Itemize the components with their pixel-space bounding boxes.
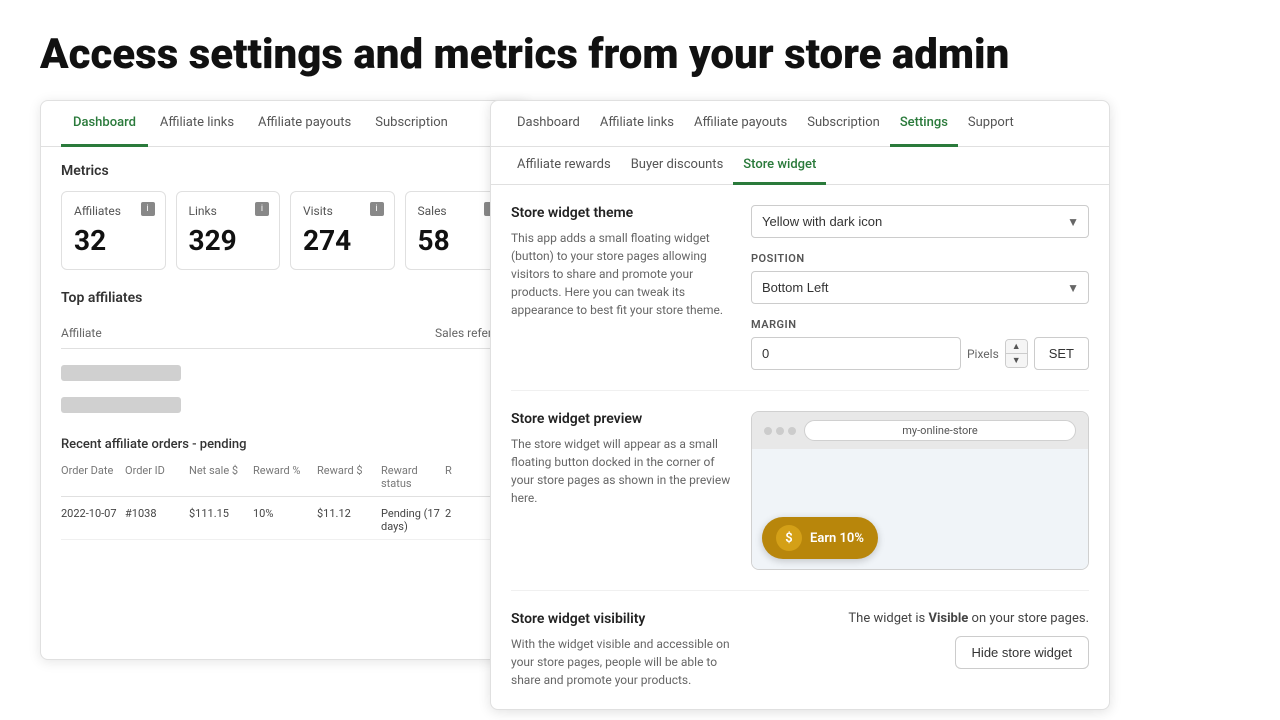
hide-store-widget-button[interactable]: Hide store widget <box>955 636 1089 669</box>
orders-table-header: Order Date Order ID Net sale $ Reward % … <box>61 464 509 497</box>
set-button[interactable]: SET <box>1034 337 1089 370</box>
pending-title: Recent affiliate orders - pending <box>61 437 509 452</box>
right-nav: Dashboard Affiliate links Affiliate payo… <box>491 101 1109 147</box>
order-reward: $11.12 <box>317 507 381 533</box>
visibility-status-text: The widget is Visible on your store page… <box>848 611 1089 626</box>
widget-visibility-section: Store widget visibility With the widget … <box>511 611 1089 689</box>
browser-content: $ Earn 10% <box>752 449 1088 569</box>
visibility-text-pre: The widget is <box>848 611 928 626</box>
affiliates-table-header: Affiliate Sales referred <box>61 318 509 349</box>
theme-select[interactable]: Yellow with dark icon <box>751 205 1089 238</box>
order-net: $111.15 <box>189 507 253 533</box>
metric-affiliates: i Affiliates 32 <box>61 191 166 270</box>
right-tab-affiliate-links[interactable]: Affiliate links <box>590 101 684 147</box>
stepper-up[interactable]: ▲ <box>1006 340 1027 354</box>
visibility-text-post: on your store pages. <box>968 611 1089 626</box>
right-tab-dashboard[interactable]: Dashboard <box>507 101 590 147</box>
left-nav: Dashboard Affiliate links Affiliate payo… <box>41 101 529 147</box>
margin-input[interactable] <box>751 337 961 370</box>
sub-tab-buyer-discounts[interactable]: Buyer discounts <box>621 147 734 185</box>
order-row-1: 2022-10-07 #1038 $111.15 10% $11.12 Pend… <box>61 501 509 540</box>
affiliate-col-header: Affiliate <box>61 326 102 340</box>
affiliate-bar-1 <box>61 365 181 381</box>
page-heading: Access settings and metrics from your st… <box>0 0 1280 100</box>
visibility-title: Store widget visibility <box>511 611 731 627</box>
order-id: #1038 <box>125 507 189 533</box>
affiliate-row-2: 11 <box>61 389 509 421</box>
reward-pct-header: Reward % <box>253 464 317 490</box>
right-tab-affiliate-payouts[interactable]: Affiliate payouts <box>684 101 797 147</box>
right-tab-support[interactable]: Support <box>958 101 1024 147</box>
pixels-label: Pixels <box>967 347 999 361</box>
widget-theme-title: Store widget theme <box>511 205 731 221</box>
position-select-wrapper: Bottom Left ▼ <box>751 271 1089 304</box>
sub-tab-store-widget[interactable]: Store widget <box>733 147 826 185</box>
theme-select-wrapper: Yellow with dark icon ▼ <box>751 205 1089 238</box>
sub-nav: Affiliate rewards Buyer discounts Store … <box>491 147 1109 185</box>
tab-subscription[interactable]: Subscription <box>363 101 460 147</box>
metric-links: i Links 329 <box>176 191 281 270</box>
metric-visits: i Visits 274 <box>290 191 395 270</box>
margin-label: MARGIN <box>751 318 1089 331</box>
tab-affiliate-payouts[interactable]: Affiliate payouts <box>246 101 363 147</box>
reward-dollar-header: Reward $ <box>317 464 381 490</box>
browser-mockup: my-online-store $ Earn 10% <box>751 411 1089 570</box>
metrics-grid: i Affiliates 32 i Links 329 i Visits 274… <box>61 191 509 270</box>
reward-status-header: Reward status <box>381 464 445 490</box>
browser-dot-1 <box>764 427 772 435</box>
top-affiliates-section: Top affiliates Affiliate Sales referred … <box>61 290 509 421</box>
visibility-status: Visible <box>929 611 969 626</box>
browser-bar: my-online-store <box>752 412 1088 449</box>
right-tab-subscription[interactable]: Subscription <box>797 101 890 147</box>
visibility-desc: With the widget visible and accessible o… <box>511 635 731 689</box>
order-date: 2022-10-07 <box>61 507 125 533</box>
right-panel: Dashboard Affiliate links Affiliate payo… <box>490 100 1110 710</box>
sub-tab-affiliate-rewards[interactable]: Affiliate rewards <box>507 147 621 185</box>
affiliate-bar-2 <box>61 397 181 413</box>
preview-title: Store widget preview <box>511 411 731 427</box>
order-date-header: Order Date <box>61 464 125 490</box>
order-pct: 10% <box>253 507 317 533</box>
info-icon-affiliates: i <box>141 202 155 216</box>
widget-preview-section: Store widget preview The store widget wi… <box>511 411 1089 591</box>
net-sale-header: Net sale $ <box>189 464 253 490</box>
metrics-title: Metrics <box>61 163 509 179</box>
margin-stepper: ▲ ▼ <box>1005 339 1028 368</box>
order-id-header: Order ID <box>125 464 189 490</box>
tab-affiliate-links[interactable]: Affiliate links <box>148 101 246 147</box>
tab-dashboard[interactable]: Dashboard <box>61 101 148 147</box>
browser-dot-3 <box>788 427 796 435</box>
affiliate-row-1: 13 <box>61 357 509 389</box>
position-label: POSITION <box>751 252 1089 265</box>
right-tab-settings[interactable]: Settings <box>890 101 958 147</box>
widget-button-preview: $ Earn 10% <box>762 517 878 559</box>
widget-theme-section: Store widget theme This app adds a small… <box>511 205 1089 391</box>
widget-theme-desc: This app adds a small floating widget (b… <box>511 229 731 319</box>
position-select[interactable]: Bottom Left <box>751 271 1089 304</box>
browser-dot-2 <box>776 427 784 435</box>
preview-desc: The store widget will appear as a small … <box>511 435 731 507</box>
top-affiliates-title: Top affiliates <box>61 290 509 306</box>
widget-coin-icon: $ <box>776 525 802 551</box>
stepper-down[interactable]: ▼ <box>1006 354 1027 367</box>
left-panel: Dashboard Affiliate links Affiliate payo… <box>40 100 530 660</box>
margin-row: Pixels ▲ ▼ SET <box>751 337 1089 370</box>
info-icon-links: i <box>255 202 269 216</box>
info-icon-visits: i <box>370 202 384 216</box>
browser-dots <box>764 427 796 435</box>
widget-label: Earn 10% <box>810 531 864 546</box>
browser-url: my-online-store <box>804 420 1076 441</box>
order-status: Pending (17 days) <box>381 507 445 533</box>
